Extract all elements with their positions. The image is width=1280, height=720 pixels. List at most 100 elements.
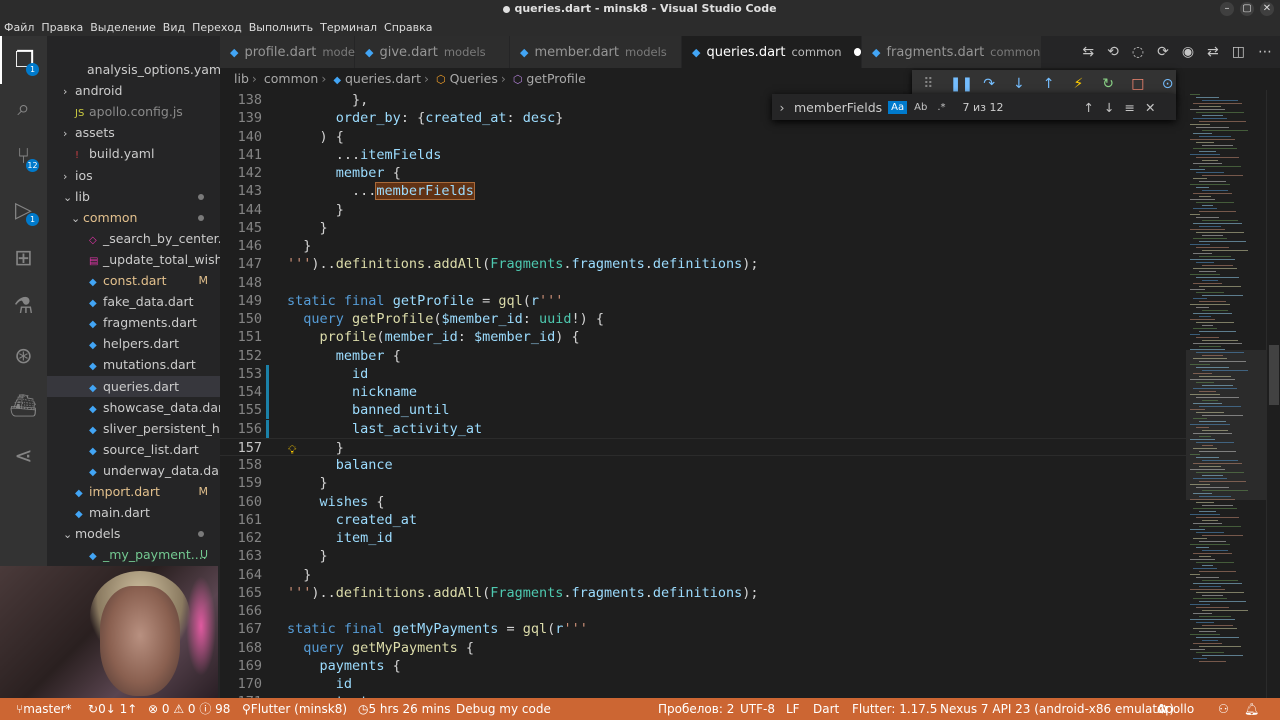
tree-folder[interactable]: › ios — [47, 165, 220, 186]
indentation-status[interactable]: Пробелов: 2 — [658, 698, 734, 720]
go-forward-icon[interactable]: ⟳ — [1157, 44, 1169, 60]
code-line[interactable]: 164 } — [220, 566, 1186, 584]
code-editor[interactable]: 138 }, 139 order_by: {created_at: desc} 14… — [220, 90, 1186, 698]
maximize-icon[interactable]: ▢ — [1240, 2, 1254, 16]
editor-tab[interactable]: ◆ profile.dart models — [220, 36, 364, 68]
code-line[interactable]: 147 ''')..definitions.addAll(Fragments.fr… — [220, 255, 1186, 273]
tree-file[interactable]: ◆ _my_payment.... U — [47, 544, 220, 565]
code-line[interactable]: 149 static final getProfile = gql(r''' — [220, 292, 1186, 310]
code-line[interactable]: 161 created_at — [220, 511, 1186, 529]
inspect-icon[interactable]: ⊙ — [1159, 76, 1176, 92]
tree-file[interactable]: ◆ main.dart — [47, 502, 220, 523]
menu-edit[interactable]: Правка — [41, 21, 83, 34]
minimize-icon[interactable]: – — [1220, 2, 1234, 16]
debug-config-status[interactable]: Debug my code — [456, 698, 551, 720]
docker-icon[interactable]: ⛴ — [0, 382, 47, 430]
code-line[interactable]: 167 static final getMyPayments = gql(r''' — [220, 620, 1186, 638]
tree-file[interactable]: ◆ source_list.dart — [47, 439, 220, 460]
time-tracker-status[interactable]: ◷ 5 hrs 26 mins — [358, 698, 451, 720]
git-change-marker[interactable] — [266, 383, 269, 402]
match-case-toggle[interactable]: Aa — [888, 100, 908, 114]
tree-file[interactable]: ◆ fragments.dart — [47, 312, 220, 333]
tree-folder[interactable]: ⌄ common — [47, 207, 220, 228]
code-line[interactable]: 156 last_activity_at — [220, 419, 1186, 438]
source-control-icon[interactable]: ⑂ 12 — [0, 132, 47, 180]
eol-status[interactable]: LF — [786, 698, 800, 720]
drag-handle-icon[interactable]: ⠿ — [920, 76, 937, 92]
unsaved-dot-icon[interactable] — [853, 48, 861, 56]
breadcrumb-file[interactable]: queries.dart — [345, 71, 421, 86]
tree-folder[interactable]: ⌄ models — [47, 523, 220, 544]
previous-match-icon[interactable]: ↑ — [1084, 100, 1094, 115]
dot-icon[interactable]: ◌ — [1132, 44, 1144, 60]
code-line[interactable]: 155 banned_until — [220, 401, 1186, 420]
code-line[interactable]: 140 ) { — [220, 128, 1186, 146]
editor-tab[interactable]: ◆ fragments.dart common — [862, 36, 1042, 68]
problems-status[interactable]: ⊗ 0 ⚠ 0 ⓘ 98 — [148, 698, 230, 720]
editor-tab[interactable]: ◆ give.dart models — [355, 36, 510, 68]
code-line[interactable]: 144 } — [220, 201, 1186, 219]
extensions-icon[interactable]: ⊞ — [0, 234, 47, 282]
code-line[interactable]: 170 id — [220, 675, 1186, 693]
tree-folder[interactable]: › assets — [47, 122, 220, 143]
tree-file[interactable]: ◆ const.dart M — [47, 270, 220, 291]
tree-folder[interactable]: › android — [47, 80, 220, 101]
compare-icon[interactable]: ⇆ — [1082, 44, 1094, 60]
code-line[interactable]: 158 balance — [220, 456, 1186, 474]
tree-file[interactable]: ◆ helpers.dart — [47, 333, 220, 354]
stop-icon[interactable]: □ — [1130, 76, 1147, 92]
code-line[interactable]: 152 member { — [220, 347, 1186, 365]
encoding-status[interactable]: UTF-8 — [740, 698, 775, 720]
apollo-status[interactable]: Apollo ⚙ — [1157, 698, 1194, 720]
editor-tab[interactable]: ◆ member.dart models — [510, 36, 682, 68]
breadcrumb-symbol[interactable]: getProfile — [526, 71, 585, 86]
code-line[interactable]: 141 ...itemFields — [220, 146, 1186, 164]
find-in-selection-icon[interactable]: ≡ — [1125, 100, 1135, 115]
split-editor-icon[interactable]: ◫ — [1232, 44, 1245, 60]
minimap[interactable] — [1186, 90, 1266, 698]
scrollbar-thumb[interactable] — [1269, 345, 1279, 405]
tree-file[interactable]: ◆ fake_data.dart — [47, 291, 220, 312]
code-line[interactable]: 159 } — [220, 474, 1186, 492]
more-actions-icon[interactable]: ⋯ — [1258, 44, 1272, 60]
testing-icon[interactable]: ⚗ — [0, 282, 47, 330]
menu-view[interactable]: Вид — [163, 21, 185, 34]
tree-file[interactable]: ▤ _update_total_wish... — [47, 249, 220, 270]
code-line[interactable]: 148 — [220, 274, 1186, 292]
explorer-icon[interactable]: ❐ 1 — [0, 36, 47, 84]
notifications-icon[interactable]: 🔔︎ — [1244, 698, 1259, 720]
breadcrumb-class[interactable]: Queries — [450, 71, 498, 86]
tree-file[interactable]: ◆ mutations.dart — [47, 354, 220, 375]
step-out-icon[interactable]: ↑ — [1040, 76, 1057, 92]
git-change-marker[interactable] — [266, 401, 269, 420]
open-changes-icon[interactable]: ⇄ — [1207, 44, 1219, 60]
code-line[interactable]: 150 query getProfile($member_id: uuid!) … — [220, 310, 1186, 328]
tree-file[interactable]: ◆ underway_data.dart — [47, 460, 220, 481]
flutter-device-status[interactable]: ⚲ Flutter (minsk8) — [242, 698, 347, 720]
menu-terminal[interactable]: Терминал — [320, 21, 377, 34]
code-line[interactable]: 153 id — [220, 364, 1186, 383]
code-line[interactable]: 146 } — [220, 237, 1186, 255]
menu-go[interactable]: Переход — [192, 21, 242, 34]
git-change-marker[interactable] — [266, 364, 269, 383]
step-into-icon[interactable]: ↓ — [1011, 76, 1028, 92]
live-share-icon[interactable]: ⚇ — [1218, 698, 1229, 720]
git-change-marker[interactable] — [266, 419, 269, 438]
code-line[interactable]: 154 nickname — [220, 383, 1186, 402]
hot-reload-icon[interactable]: ⚡ — [1070, 76, 1087, 92]
sync-status[interactable]: ↻ 0↓ 1↑ — [88, 698, 137, 720]
menu-help[interactable]: Справка — [384, 21, 432, 34]
breadcrumb-lib[interactable]: lib — [234, 71, 249, 86]
menu-file[interactable]: Файл — [4, 21, 34, 34]
toggle-replace-icon[interactable]: › — [772, 100, 792, 115]
flutter-version-status[interactable]: Flutter: 1.17.5 — [852, 698, 937, 720]
editor-scrollbar[interactable] — [1266, 90, 1280, 698]
search-icon[interactable]: ⌕ — [0, 84, 47, 132]
git-graph-icon[interactable]: ⊛ — [0, 332, 47, 380]
tree-file[interactable]: ◆ import.dart M — [47, 481, 220, 502]
tree-file[interactable]: ◇ _search_by_center.... — [47, 228, 220, 249]
tree-file[interactable]: ! build.yaml — [47, 143, 220, 164]
code-line[interactable]: 145 } — [220, 219, 1186, 237]
pause-icon[interactable]: ❚❚ — [950, 76, 973, 92]
close-icon[interactable]: ✕ — [1260, 2, 1274, 16]
